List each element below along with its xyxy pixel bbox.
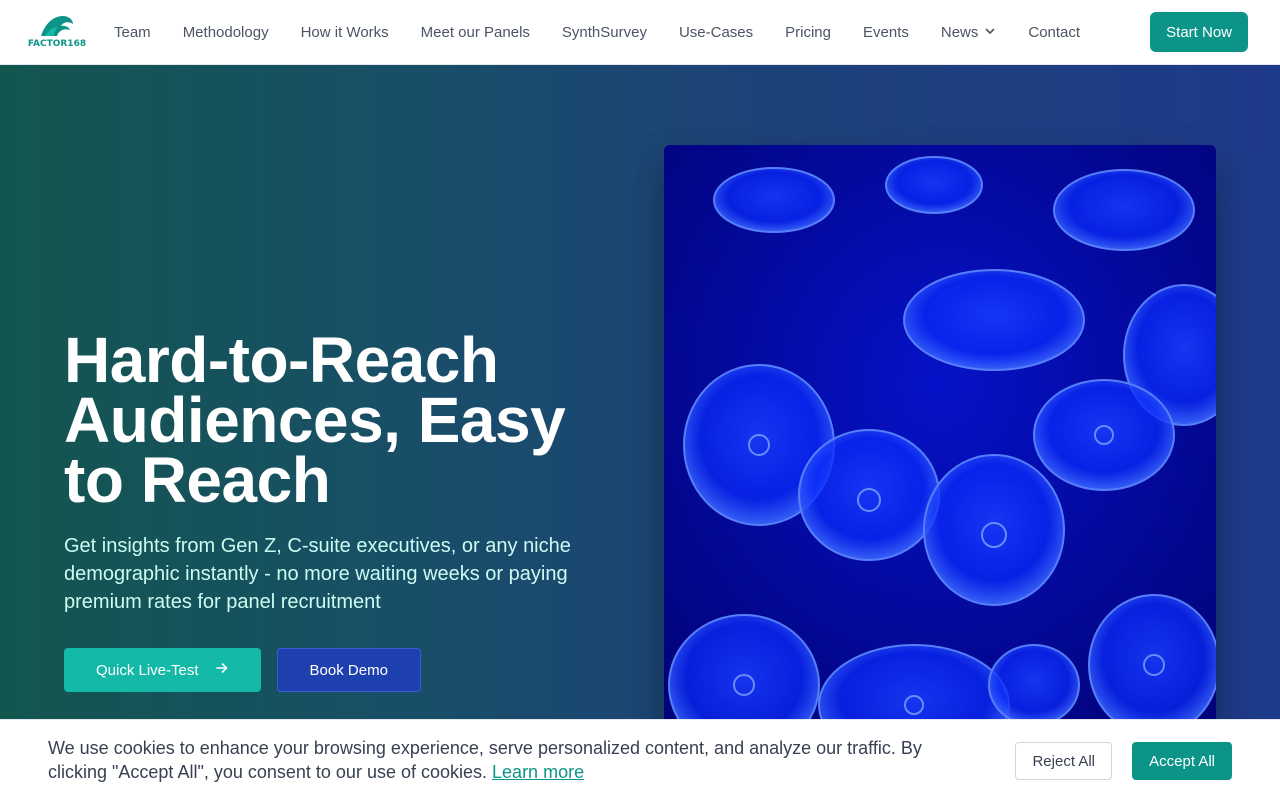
nav-label: Meet our Panels <box>420 23 530 41</box>
jellyfish-photo <box>664 145 1216 745</box>
cookie-message: We use cookies to enhance your browsing … <box>48 738 922 782</box>
nav-label: SynthSurvey <box>561 23 647 41</box>
jellyfish-illustration <box>664 145 1216 745</box>
book-demo-button[interactable]: Book Demo <box>276 648 421 692</box>
logo-wordmark: FACTOR168 <box>27 39 87 49</box>
nav-item-pricing[interactable]: Pricing <box>769 0 847 65</box>
learn-more-link[interactable]: Learn more <box>492 762 584 782</box>
nav-item-contact[interactable]: Contact <box>1012 0 1096 65</box>
hero-cta-group: Quick Live-Test Book Demo <box>64 648 624 692</box>
nav-label: Use-Cases <box>678 23 754 41</box>
wave-logo-icon <box>41 16 73 36</box>
arrow-right-icon <box>215 661 229 679</box>
chevron-down-icon <box>984 24 996 41</box>
hero-title-line: Audiences, Easy <box>64 384 566 456</box>
nav-label: News <box>940 23 979 41</box>
nav-item-news[interactable]: News <box>925 0 1013 65</box>
nav-label: Methodology <box>182 23 269 41</box>
logo[interactable]: FACTOR168 <box>28 12 86 52</box>
hero-title-line: Hard-to-Reach <box>64 324 499 396</box>
cookie-text: We use cookies to enhance your browsing … <box>48 736 968 784</box>
nav-item-team[interactable]: Team <box>98 0 167 65</box>
button-label: Quick Live-Test <box>96 661 199 679</box>
accept-all-button[interactable]: Accept All <box>1132 742 1232 780</box>
nav-label: Contact <box>1028 23 1081 41</box>
nav-item-how-it-works[interactable]: How it Works <box>285 0 405 65</box>
hero-subtitle: Get insights from Gen Z, C-suite executi… <box>64 535 571 613</box>
nav-label: Team <box>114 23 151 41</box>
nav-item-meet-our-panels[interactable]: Meet our Panels <box>405 0 546 65</box>
nav-item-use-cases[interactable]: Use-Cases <box>663 0 769 65</box>
reject-all-button[interactable]: Reject All <box>1015 742 1112 780</box>
site-header: FACTOR168 Team Methodology How it Works … <box>0 0 1280 65</box>
start-now-button[interactable]: Start Now <box>1150 12 1248 52</box>
nav-item-events[interactable]: Events <box>847 0 925 65</box>
hero-title: Hard-to-Reach Audiences, Easy to Reach <box>64 324 624 516</box>
nav-item-methodology[interactable]: Methodology <box>167 0 285 65</box>
main-nav: Team Methodology How it Works Meet our P… <box>98 0 1096 65</box>
hero-title-line: to Reach <box>64 444 331 516</box>
nav-label: Pricing <box>785 23 831 41</box>
cookie-banner: We use cookies to enhance your browsing … <box>0 719 1280 800</box>
nav-label: Events <box>863 23 909 41</box>
quick-live-test-button[interactable]: Quick Live-Test <box>64 648 261 692</box>
hero-content: Hard-to-Reach Audiences, Easy to Reach G… <box>64 324 624 692</box>
nav-item-synthsurvey[interactable]: SynthSurvey <box>546 0 663 65</box>
hero-section: Hard-to-Reach Audiences, Easy to Reach G… <box>0 65 1280 800</box>
nav-label: How it Works <box>300 23 389 41</box>
